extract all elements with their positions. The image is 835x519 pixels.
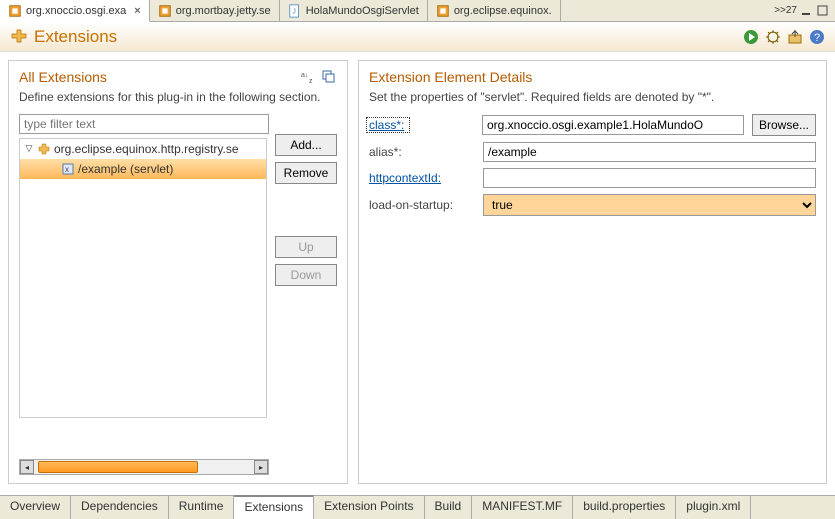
svg-text:z: z: [309, 78, 313, 85]
panel-title-left: All Extensions a↓z: [19, 69, 337, 85]
tab-equinox[interactable]: org.eclipse.equinox.: [428, 0, 561, 21]
tab-xnoccio[interactable]: org.xnoccio.osgi.exa ×: [0, 0, 150, 22]
form-header: Extensions ?: [0, 22, 835, 52]
panel-title-right: Extension Element Details: [369, 69, 816, 85]
scroll-left-icon[interactable]: ◂: [20, 460, 34, 474]
form-tabs: Overview Dependencies Runtime Extensions…: [0, 495, 835, 519]
details-panel: Extension Element Details Set the proper…: [358, 60, 827, 484]
java-file-icon: J: [288, 4, 302, 18]
tab-servlet-java[interactable]: J HolaMundoOsgiServlet: [280, 0, 428, 21]
svg-text:?: ?: [814, 32, 820, 44]
browse-button[interactable]: Browse...: [752, 114, 816, 136]
remove-button[interactable]: Remove: [275, 162, 337, 184]
extension-icon: [38, 143, 50, 155]
tab-plugin-xml[interactable]: plugin.xml: [676, 496, 751, 519]
panel-desc-left: Define extensions for this plug-in in th…: [19, 89, 337, 106]
alias-label: alias*:: [369, 145, 479, 159]
tab-label: org.eclipse.equinox.: [454, 5, 552, 17]
tab-dependencies[interactable]: Dependencies: [71, 496, 169, 519]
extensions-icon: [10, 28, 28, 46]
filter-input[interactable]: [19, 114, 269, 134]
collapse-all-icon[interactable]: [321, 69, 337, 85]
load-on-startup-label: load-on-startup:: [369, 198, 479, 212]
panel-desc-right: Set the properties of "servlet". Require…: [369, 89, 816, 106]
svg-text:J: J: [292, 8, 296, 15]
tree-item-label: org.eclipse.equinox.http.registry.se: [54, 142, 239, 156]
svg-text:a↓: a↓: [301, 72, 308, 79]
class-label-link[interactable]: class*:: [366, 117, 410, 133]
alias-input[interactable]: [483, 142, 816, 162]
element-icon: x: [62, 163, 74, 175]
tab-extension-points[interactable]: Extension Points: [314, 496, 424, 519]
tab-extensions[interactable]: Extensions: [234, 495, 314, 519]
editor-tabs: org.xnoccio.osgi.exa × org.mortbay.jetty…: [0, 0, 835, 22]
plugin-icon: [436, 4, 450, 18]
close-icon[interactable]: ×: [134, 5, 140, 17]
maximize-icon[interactable]: [817, 5, 829, 17]
run-icon[interactable]: [743, 29, 759, 45]
tree-item-label: /example (servlet): [78, 162, 173, 176]
plugin-icon: [8, 4, 22, 18]
tab-runtime[interactable]: Runtime: [169, 496, 235, 519]
tab-build[interactable]: Build: [425, 496, 473, 519]
tab-jetty[interactable]: org.mortbay.jetty.se: [150, 0, 280, 21]
export-icon[interactable]: [787, 29, 803, 45]
scroll-right-icon[interactable]: ▸: [254, 460, 268, 474]
tab-manifest[interactable]: MANIFEST.MF: [472, 496, 573, 519]
httpcontext-input[interactable]: [483, 168, 816, 188]
tree-item-servlet[interactable]: x /example (servlet): [20, 159, 266, 179]
sort-alpha-icon[interactable]: a↓z: [301, 69, 317, 85]
load-on-startup-select[interactable]: true: [483, 194, 816, 216]
class-input[interactable]: [482, 115, 744, 135]
page-title: Extensions: [10, 27, 117, 47]
tree-item-ext-point[interactable]: ▽ org.eclipse.equinox.http.registry.se: [20, 139, 266, 159]
horizontal-scrollbar[interactable]: ◂ ▸: [19, 459, 269, 475]
twisty-expanded-icon[interactable]: ▽: [24, 143, 34, 154]
minimize-icon[interactable]: [801, 5, 813, 17]
all-extensions-panel: All Extensions a↓z Define extensions for…: [8, 60, 348, 484]
debug-icon[interactable]: [765, 29, 781, 45]
extensions-tree[interactable]: ▽ org.eclipse.equinox.http.registry.se x…: [19, 138, 267, 418]
add-button[interactable]: Add...: [275, 134, 337, 156]
scroll-thumb[interactable]: [38, 461, 198, 473]
tab-label: HolaMundoOsgiServlet: [306, 5, 419, 17]
help-icon[interactable]: ?: [809, 29, 825, 45]
tab-overview[interactable]: Overview: [0, 496, 71, 519]
plugin-icon: [158, 4, 172, 18]
tab-label: org.mortbay.jetty.se: [176, 5, 271, 17]
svg-text:x: x: [65, 165, 69, 174]
tab-build-properties[interactable]: build.properties: [573, 496, 676, 519]
tab-label: org.xnoccio.osgi.exa: [26, 5, 126, 17]
down-button[interactable]: Down: [275, 264, 337, 286]
up-button[interactable]: Up: [275, 236, 337, 258]
overflow-indicator[interactable]: >>27: [774, 5, 797, 16]
httpcontext-label-link[interactable]: httpcontextId:: [369, 171, 479, 185]
